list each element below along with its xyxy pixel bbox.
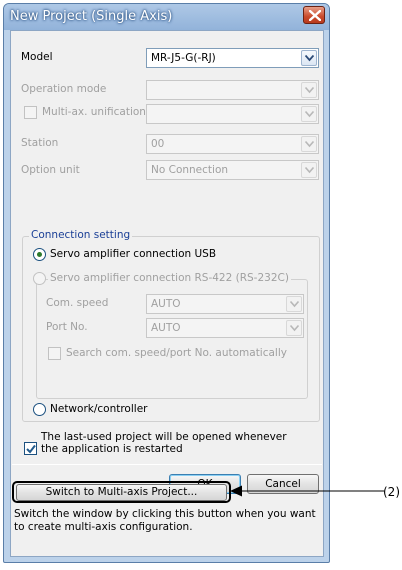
search-auto-checkbox[interactable]	[48, 347, 61, 360]
switch-to-multi-axis-button[interactable]: Switch to Multi-axis Project...	[16, 484, 227, 501]
com-speed-value: AUTO	[151, 298, 181, 310]
switch-hint-line1: Switch the window by clicking this butto…	[14, 508, 316, 520]
radio-selected-dot	[37, 252, 42, 257]
station-value: 00	[151, 138, 165, 150]
station-dropdown-button[interactable]	[301, 136, 317, 152]
checkmark-icon	[26, 444, 36, 454]
last-used-project-checkbox[interactable]	[24, 442, 37, 455]
station-select[interactable]: 00	[146, 134, 319, 154]
multi-axis-label: Multi-ax. unification	[42, 106, 146, 118]
usb-radio-label: Servo amplifier connection USB	[50, 248, 217, 260]
separator	[12, 464, 322, 465]
option-unit-label: Option unit	[21, 164, 80, 176]
model-select[interactable]: MR-J5-G(-RJ)	[146, 48, 319, 68]
network-controller-radio[interactable]	[33, 403, 46, 416]
port-no-dropdown-button[interactable]	[286, 320, 302, 336]
switch-hint-line2: to create multi-axis configuration.	[14, 521, 193, 533]
rs422-radio[interactable]	[33, 272, 46, 285]
model-value: MR-J5-G(-RJ)	[151, 52, 216, 64]
chevron-down-icon	[305, 167, 314, 174]
multi-axis-checkbox[interactable]	[24, 106, 37, 119]
com-speed-dropdown-button[interactable]	[286, 296, 302, 312]
last-used-project-line1: The last-used project will be opened whe…	[41, 431, 287, 443]
operation-mode-dropdown-button[interactable]	[301, 82, 317, 98]
operation-mode-label: Operation mode	[21, 83, 107, 95]
close-icon	[309, 10, 321, 21]
option-unit-dropdown-button[interactable]	[301, 162, 317, 178]
chevron-down-icon	[305, 87, 314, 94]
chevron-down-icon	[305, 55, 314, 62]
window-title: New Project (Single Axis)	[10, 9, 173, 24]
com-speed-select[interactable]: AUTO	[146, 294, 304, 314]
multi-axis-dropdown-button[interactable]	[301, 106, 317, 122]
option-unit-select[interactable]: No Connection	[146, 160, 319, 180]
chevron-down-icon	[290, 301, 299, 308]
annotation-arrow	[230, 485, 384, 497]
last-used-project-line2: the application is restarted	[41, 443, 183, 455]
option-unit-value: No Connection	[151, 164, 229, 176]
port-no-value: AUTO	[151, 322, 181, 334]
chevron-down-icon	[305, 111, 314, 118]
rs422-radio-label: Servo amplifier connection RS-422 (RS-23…	[48, 272, 291, 284]
network-controller-label: Network/controller	[50, 403, 148, 415]
chevron-down-icon	[305, 141, 314, 148]
multi-axis-select[interactable]	[146, 104, 319, 124]
connection-setting-title: Connection setting	[29, 229, 133, 241]
com-speed-label: Com. speed	[46, 297, 109, 309]
model-dropdown-button[interactable]	[301, 50, 317, 66]
close-button[interactable]	[303, 6, 325, 24]
station-label: Station	[21, 137, 59, 149]
port-no-select[interactable]: AUTO	[146, 318, 304, 338]
port-no-label: Port No.	[46, 321, 88, 333]
chevron-down-icon	[290, 325, 299, 332]
usb-radio[interactable]	[33, 248, 46, 261]
operation-mode-select[interactable]	[146, 80, 319, 100]
annotation-label: (2)	[383, 485, 400, 499]
search-auto-label: Search com. speed/port No. automatically	[66, 347, 287, 359]
model-label: Model	[21, 51, 53, 63]
